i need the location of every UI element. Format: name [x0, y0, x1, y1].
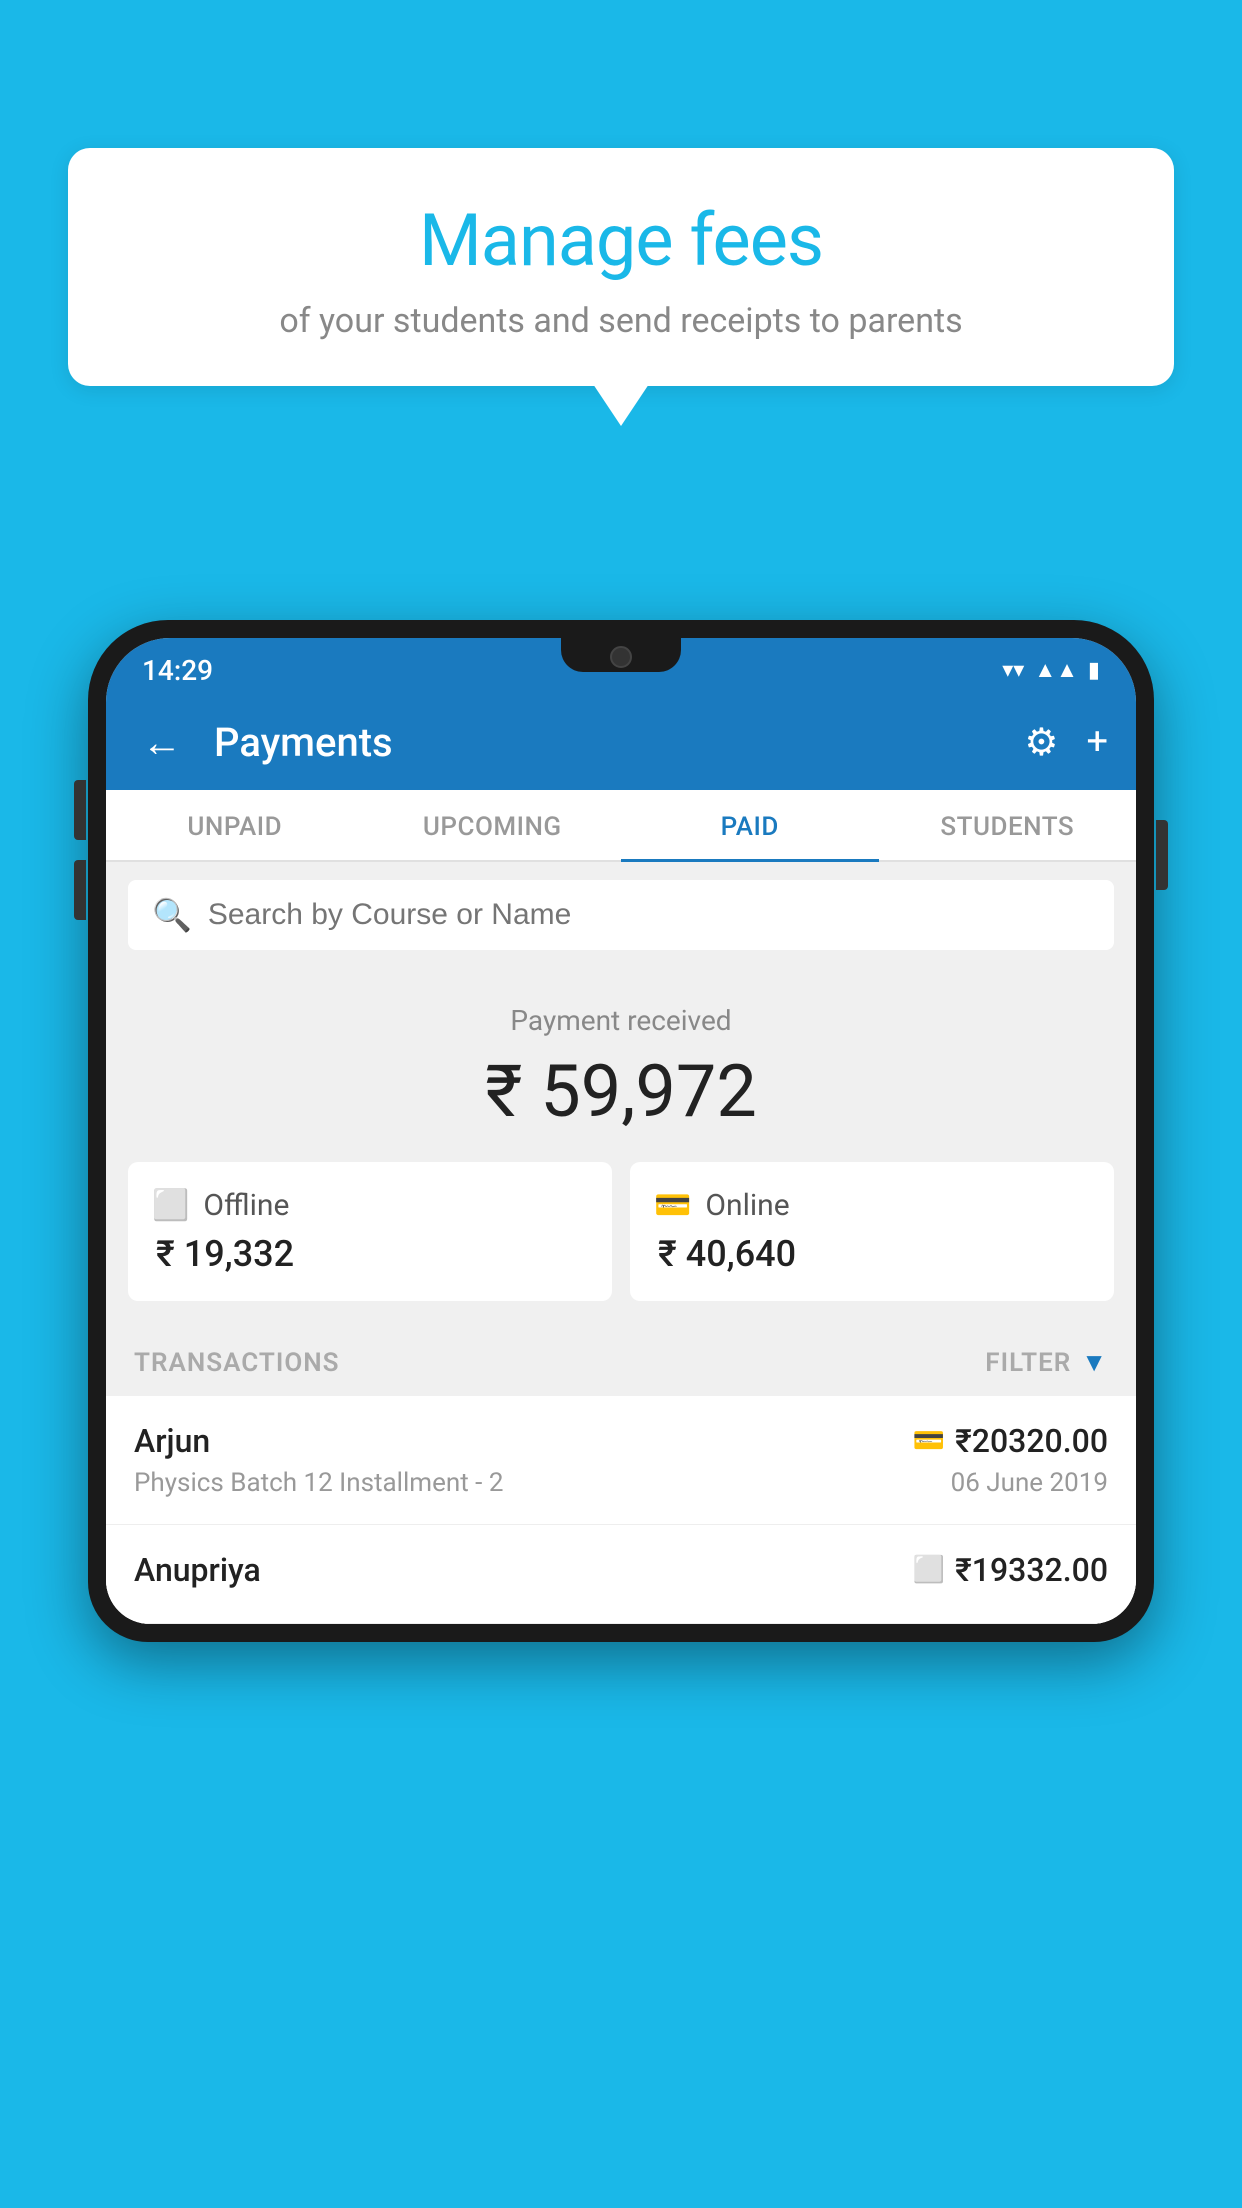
online-icon-1: 💳	[913, 1426, 945, 1456]
phone-volume-down-button	[74, 860, 86, 920]
phone-outer: 14:29 ▾▾ ▲▲ ▮ ← Payments ⚙ + UNPAID	[88, 620, 1154, 1642]
transaction-row-1: Arjun 💳 ₹20320.00	[134, 1422, 1108, 1460]
status-time: 14:29	[142, 654, 213, 687]
transaction-amount-wrap-1: 💳 ₹20320.00	[913, 1422, 1108, 1460]
transaction-item-arjun[interactable]: Arjun 💳 ₹20320.00 Physics Batch 12 Insta…	[106, 1396, 1136, 1525]
transaction-date-1: 06 June 2019	[951, 1468, 1108, 1498]
offline-amount: ₹ 19,332	[152, 1233, 588, 1275]
payment-cards: ⬜ Offline ₹ 19,332 💳 Online ₹ 40,640	[106, 1162, 1136, 1329]
transaction-course-1: Physics Batch 12 Installment - 2	[134, 1468, 503, 1498]
phone-volume-up-button	[74, 780, 86, 840]
phone-screen: 14:29 ▾▾ ▲▲ ▮ ← Payments ⚙ + UNPAID	[106, 638, 1136, 1624]
transaction-amount-2: ₹19332.00	[955, 1551, 1108, 1589]
transaction-amount-wrap-2: ⬜ ₹19332.00	[913, 1551, 1108, 1589]
plus-icon[interactable]: +	[1086, 720, 1108, 764]
search-bar[interactable]: 🔍	[128, 880, 1114, 950]
online-label: Online	[705, 1188, 789, 1223]
offline-icon-2: ⬜	[913, 1555, 945, 1585]
transaction-row-2: Anupriya ⬜ ₹19332.00	[134, 1551, 1108, 1589]
filter-button[interactable]: FILTER ▼	[985, 1347, 1108, 1378]
transaction-sub-1: Physics Batch 12 Installment - 2 06 June…	[134, 1468, 1108, 1498]
tab-paid[interactable]: PAID	[621, 790, 879, 860]
payment-summary: Payment received ₹ 59,972	[106, 968, 1136, 1162]
phone-notch	[561, 638, 681, 672]
phone-mockup: 14:29 ▾▾ ▲▲ ▮ ← Payments ⚙ + UNPAID	[88, 620, 1154, 2208]
gear-icon[interactable]: ⚙	[1024, 720, 1058, 765]
online-amount: ₹ 40,640	[654, 1233, 1090, 1275]
transaction-name-2: Anupriya	[134, 1551, 261, 1589]
offline-label: Offline	[203, 1188, 289, 1223]
wifi-icon: ▾▾	[1002, 658, 1024, 683]
speech-bubble: Manage fees of your students and send re…	[68, 148, 1174, 386]
offline-card-header: ⬜ Offline	[152, 1188, 588, 1223]
offline-payment-card: ⬜ Offline ₹ 19,332	[128, 1162, 612, 1301]
phone-camera	[610, 646, 632, 668]
back-button[interactable]: ←	[134, 711, 190, 774]
transaction-name-1: Arjun	[134, 1422, 210, 1460]
online-card-header: 💳 Online	[654, 1188, 1090, 1223]
offline-payment-icon: ⬜	[152, 1188, 189, 1223]
online-payment-card: 💳 Online ₹ 40,640	[630, 1162, 1114, 1301]
transactions-label: TRANSACTIONS	[134, 1348, 340, 1378]
tabs-container: UNPAID UPCOMING PAID STUDENTS	[106, 790, 1136, 862]
tab-students[interactable]: STUDENTS	[879, 790, 1137, 860]
filter-icon: ▼	[1081, 1347, 1108, 1378]
transaction-amount-1: ₹20320.00	[955, 1422, 1108, 1460]
search-icon: 🔍	[152, 896, 192, 934]
battery-icon: ▮	[1088, 658, 1100, 683]
tab-unpaid[interactable]: UNPAID	[106, 790, 364, 860]
header-icons: ⚙ +	[1024, 720, 1108, 765]
transaction-item-anupriya[interactable]: Anupriya ⬜ ₹19332.00	[106, 1525, 1136, 1624]
status-icons: ▾▾ ▲▲ ▮	[1002, 657, 1100, 683]
payment-total-amount: ₹ 59,972	[126, 1049, 1116, 1134]
phone-power-button	[1156, 820, 1168, 890]
payment-received-label: Payment received	[126, 1004, 1116, 1037]
filter-label: FILTER	[985, 1348, 1071, 1378]
search-input[interactable]	[208, 898, 1090, 932]
app-header: ← Payments ⚙ +	[106, 694, 1136, 790]
transactions-header: TRANSACTIONS FILTER ▼	[106, 1329, 1136, 1396]
main-content: 🔍 Payment received ₹ 59,972 ⬜ Offline	[106, 880, 1136, 1624]
tab-upcoming[interactable]: UPCOMING	[364, 790, 622, 860]
bubble-title: Manage fees	[108, 198, 1134, 283]
online-payment-icon: 💳	[654, 1188, 691, 1223]
header-title: Payments	[214, 719, 1000, 766]
signal-icon: ▲▲	[1034, 657, 1078, 683]
bubble-subtitle: of your students and send receipts to pa…	[108, 301, 1134, 341]
